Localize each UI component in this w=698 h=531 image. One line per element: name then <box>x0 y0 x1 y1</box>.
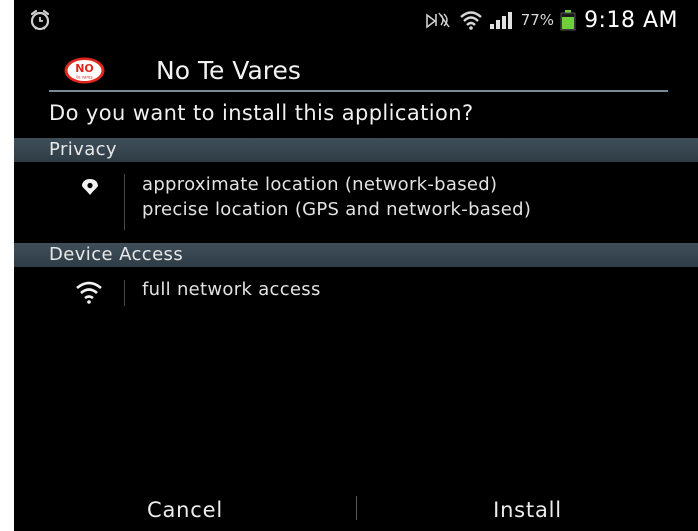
app-name: No Te Vares <box>156 56 301 85</box>
mute-icon <box>425 12 450 29</box>
section-header-device-access: Device Access <box>14 243 698 267</box>
section-title: Device Access <box>49 244 184 265</box>
install-question: Do you want to install this application? <box>49 101 474 125</box>
install-button[interactable]: Install <box>357 488 698 531</box>
permission-approximate-location: approximate location (network-based) <box>142 174 498 195</box>
app-logo: NO te vares <box>64 57 105 84</box>
status-right: 77% 9:18 AM <box>423 6 678 34</box>
section-header-privacy: Privacy <box>14 138 698 162</box>
app-header: NO te vares No Te Vares <box>14 43 698 95</box>
header-divider <box>49 90 668 92</box>
install-screen: 77% 9:18 AM NO te vares No Te Vares Do y… <box>14 0 698 531</box>
svg-text:te vares: te vares <box>76 75 92 80</box>
wifi-icon <box>76 281 102 304</box>
battery-percent: 77% <box>520 11 555 29</box>
permission-precise-location: precise location (GPS and network-based) <box>142 199 532 220</box>
clock: 9:18 AM <box>584 7 678 33</box>
battery-icon <box>560 10 576 31</box>
section-title: Privacy <box>49 139 117 160</box>
alarm-clock-icon <box>30 9 50 31</box>
permission-full-network-access: full network access <box>142 279 321 300</box>
permission-divider <box>124 174 125 230</box>
signal-icon <box>489 12 512 29</box>
cancel-button[interactable]: Cancel <box>14 488 356 531</box>
status-bar: 77% 9:18 AM <box>14 0 698 40</box>
permission-divider <box>124 280 125 306</box>
button-bar: Cancel Install <box>14 488 698 531</box>
location-pin-icon <box>82 179 98 195</box>
wifi-icon <box>459 11 482 30</box>
svg-text:NO: NO <box>75 62 94 75</box>
